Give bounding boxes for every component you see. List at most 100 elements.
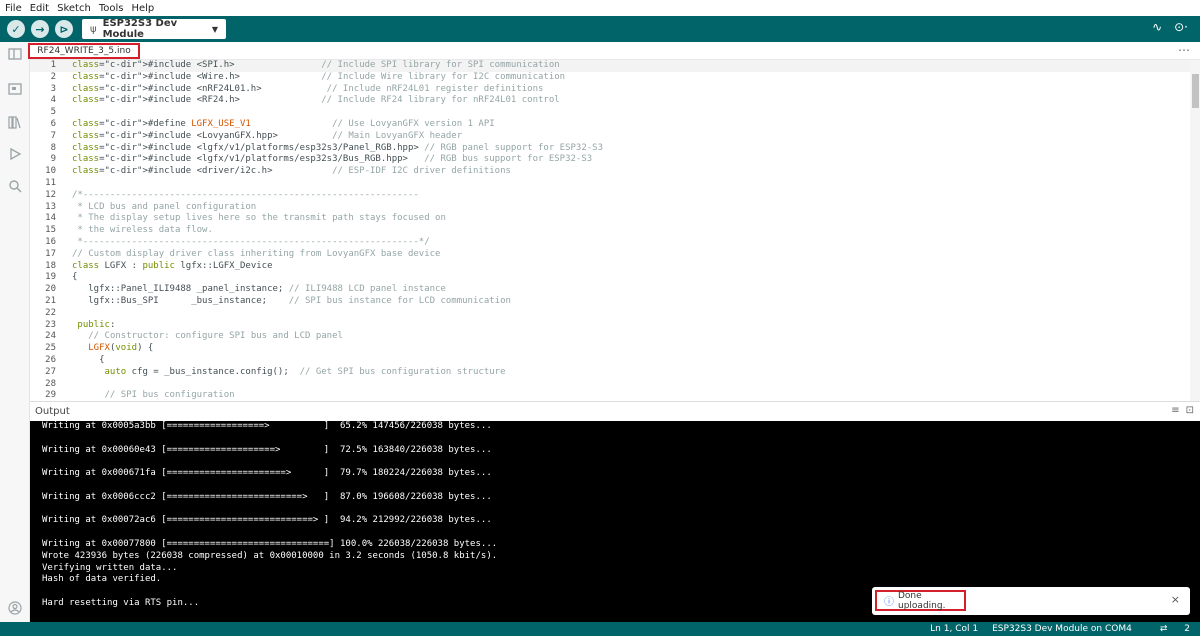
code-line[interactable]: 27 auto cfg = _bus_instance.config(); //… (30, 367, 1190, 379)
editor-scrollbar[interactable] (1190, 60, 1200, 401)
menu-tools[interactable]: Tools (99, 3, 124, 14)
line-number: 3 (50, 83, 56, 94)
code-line[interactable]: 2 class="c-dir">#include <Wire.h> // Incl… (30, 72, 1190, 84)
library-manager-button[interactable] (7, 114, 23, 130)
line-code: { (72, 272, 78, 283)
line-number: 16 (45, 236, 56, 247)
code-line[interactable]: 6 class="c-dir">#define LGFX_USE_V1 // Us… (30, 119, 1190, 131)
line-number: 11 (45, 177, 56, 188)
line-code: public: (77, 319, 116, 330)
line-code: * the wireless data flow. (72, 225, 213, 236)
code-line[interactable]: 7 class="c-dir">#include <LovyanGFX.hpp> … (30, 131, 1190, 143)
code-line[interactable]: 25 LGFX(void) { (30, 343, 1190, 355)
code-line[interactable]: 5 (30, 107, 1190, 119)
line-number: 18 (45, 260, 56, 271)
line-number: 20 (45, 284, 56, 295)
line-number: 19 (45, 272, 56, 283)
output-title: Output (35, 406, 70, 417)
editor-tab-bar: RF24_WRITE_3_5.ino ⋯ (28, 42, 1200, 60)
code-line[interactable]: 29 // SPI bus configuration (30, 390, 1190, 401)
tab-more-icon[interactable]: ⋯ (1178, 43, 1190, 57)
notifications-count[interactable]: ⇄ 2 (1146, 624, 1190, 634)
code-line[interactable]: 24 // Constructor: configure SPI bus and… (30, 331, 1190, 343)
board-selector[interactable]: ψ ESP32S3 Dev Module ▼ (82, 18, 226, 40)
line-code: class="c-dir">#include <SPI.h> // Includ… (72, 60, 560, 70)
clear-output-icon[interactable]: ≡ (1171, 405, 1179, 416)
code-line[interactable]: 21 lgfx::Bus_SPI _bus_instance; // SPI b… (30, 296, 1190, 308)
code-line[interactable]: 18 class LGFX : public lgfx::LGFX_Device (30, 261, 1190, 273)
output-panel-header: Output ≡ ⊡ (30, 401, 1200, 421)
magnifier-icon (9, 180, 22, 193)
line-number: 6 (50, 118, 56, 129)
menu-edit[interactable]: Edit (30, 3, 49, 14)
line-code: class="c-dir">#include <Wire.h> // Inclu… (72, 71, 566, 82)
line-code: auto cfg = _bus_instance.config(); // Ge… (104, 366, 506, 377)
close-icon[interactable]: × (1171, 593, 1180, 606)
check-icon: ✓ (11, 22, 21, 36)
line-number: 26 (45, 354, 56, 365)
menu-bar: File Edit Sketch Tools Help (0, 0, 1200, 16)
code-line[interactable]: 19 { (30, 272, 1190, 284)
code-line[interactable]: 15 * the wireless data flow. (30, 225, 1190, 237)
serial-monitor-button[interactable]: ⊙· (1174, 20, 1188, 34)
search-panel-button[interactable] (7, 178, 23, 194)
code-line[interactable]: 8 class="c-dir">#include <lgfx/v1/platfor… (30, 143, 1190, 155)
serial-plotter-button[interactable]: ∿ (1152, 20, 1162, 34)
tab-sketch-file[interactable]: RF24_WRITE_3_5.ino (28, 43, 140, 59)
code-line[interactable]: 1 class="c-dir">#include <SPI.h> // Inclu… (30, 60, 1190, 72)
line-number: 24 (45, 331, 56, 342)
code-line[interactable]: 23 public: (30, 320, 1190, 332)
code-line[interactable]: 9 class="c-dir">#include <lgfx/v1/platfor… (30, 154, 1190, 166)
line-number: 22 (45, 307, 56, 318)
code-line[interactable]: 10 class="c-dir">#include <driver/i2c.h> … (30, 166, 1190, 178)
toolbar: ✓ → ⊳ ψ ESP32S3 Dev Module ▼ ∿ ⊙· (0, 16, 1200, 42)
search-icon: ⊙· (1174, 20, 1188, 34)
code-line[interactable]: 26 { (30, 355, 1190, 367)
line-code: lgfx::Bus_SPI _bus_instance; // SPI bus … (72, 295, 511, 306)
line-number: 10 (45, 166, 56, 177)
code-line[interactable]: 17 // Custom display driver class inherit… (30, 249, 1190, 261)
debug-button[interactable]: ⊳ (55, 20, 73, 38)
library-icon (8, 116, 21, 129)
line-number: 8 (50, 142, 56, 153)
upload-button[interactable]: → (31, 20, 49, 38)
line-number: 5 (50, 107, 56, 118)
board-port-status[interactable]: ESP32S3 Dev Module on COM4 (992, 624, 1132, 634)
line-number: 23 (45, 319, 56, 330)
pulse-icon: ∿ (1152, 20, 1163, 34)
verify-button[interactable]: ✓ (7, 20, 25, 38)
code-line[interactable]: 4 class="c-dir">#include <RF24.h> // Incl… (30, 95, 1190, 107)
cursor-position[interactable]: Ln 1, Col 1 (930, 624, 978, 634)
code-line[interactable]: 3 class="c-dir">#include <nRF24L01.h> // … (30, 84, 1190, 96)
code-line[interactable]: 22 (30, 308, 1190, 320)
lock-scroll-icon[interactable]: ⊡ (1186, 405, 1194, 416)
line-code: /*--------------------------------------… (72, 189, 419, 200)
debug-icon: ⊳ (59, 22, 69, 36)
notification-toast: ⓘ Done uploading. × (872, 587, 1190, 615)
code-editor[interactable]: 1 class="c-dir">#include <SPI.h> // Inclu… (30, 60, 1190, 401)
code-line[interactable]: 14 * The display setup lives here so the… (30, 213, 1190, 225)
line-code: class="c-dir">#include <lgfx/v1/platform… (72, 142, 604, 153)
code-line[interactable]: 12 /*------------------------------------… (30, 190, 1190, 202)
menu-file[interactable]: File (5, 3, 22, 14)
menu-help[interactable]: Help (131, 3, 154, 14)
code-line[interactable]: 13 * LCD bus and panel configuration (30, 202, 1190, 214)
debug-panel-button[interactable] (7, 146, 23, 162)
code-line[interactable]: 16 *------------------------------------… (30, 237, 1190, 249)
scrollbar-thumb[interactable] (1192, 74, 1199, 108)
boards-manager-button[interactable] (7, 81, 23, 97)
activity-sidebar (0, 42, 30, 622)
profile-button[interactable] (7, 600, 23, 616)
sketchbook-button[interactable] (7, 46, 23, 62)
arrow-right-icon: → (35, 22, 45, 36)
code-line[interactable]: 28 (30, 379, 1190, 391)
code-line[interactable]: 11 (30, 178, 1190, 190)
console-line: Writing at 0x000671fa [=================… (42, 468, 492, 479)
code-line[interactable]: 20 lgfx::Panel_ILI9488 _panel_instance; … (30, 284, 1190, 296)
menu-sketch[interactable]: Sketch (57, 3, 91, 14)
user-icon (8, 601, 22, 615)
